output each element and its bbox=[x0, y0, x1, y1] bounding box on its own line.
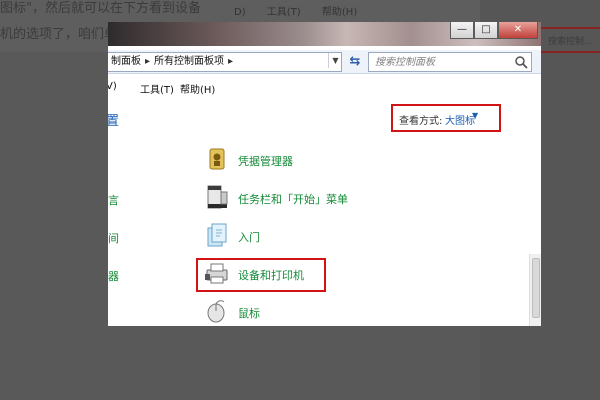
background-menu-help: 帮助(H) bbox=[321, 7, 358, 18]
menu-help[interactable]: 帮助(H) bbox=[180, 81, 215, 96]
item-label: 设备和打印机 bbox=[238, 269, 304, 282]
taskbar-icon bbox=[207, 185, 228, 209]
toolbar: 置 查看方式: 大图标 ▼ bbox=[108, 98, 541, 152]
menu-bar: V) 工具(T) 帮助(H) bbox=[108, 76, 541, 98]
refresh-icon[interactable]: ⇆ bbox=[344, 52, 366, 72]
devices-printers-icon bbox=[205, 263, 228, 284]
search-box[interactable] bbox=[368, 52, 532, 72]
search-icon[interactable] bbox=[514, 55, 528, 69]
background-menu-tools: 工具(T) bbox=[266, 7, 301, 18]
menu-tools[interactable]: 工具(T) bbox=[140, 81, 174, 96]
background-menubar: D) 工具(T) 帮助(H) bbox=[234, 3, 375, 18]
breadcrumb-item-all-items[interactable]: 所有控制面板项 bbox=[154, 56, 224, 67]
scrollbar-thumb[interactable] bbox=[532, 258, 540, 318]
item-label: 任务栏和「开始」菜单 bbox=[238, 193, 348, 206]
getting-started-icon bbox=[207, 223, 227, 247]
item-label: 入门 bbox=[238, 231, 260, 244]
search-input[interactable] bbox=[375, 55, 515, 69]
background-search-text: 搜索控制... bbox=[548, 37, 593, 47]
mouse-icon bbox=[207, 300, 225, 323]
background-text-line: 图标"，然后就可以在下方看到设备 bbox=[0, 1, 201, 16]
minimize-button[interactable]: — bbox=[450, 22, 474, 39]
breadcrumb[interactable]: 制面板 ▸ 所有控制面板项 ▸ bbox=[108, 52, 342, 72]
left-column-item[interactable]: 间 bbox=[108, 230, 119, 246]
view-by-label: 查看方式: bbox=[399, 116, 443, 127]
chevron-down-icon[interactable]: ▼ bbox=[472, 111, 478, 120]
left-column-item[interactable]: 器 bbox=[108, 268, 119, 284]
title-bar[interactable]: — □ ✕ bbox=[108, 22, 541, 46]
item-label: 凭据管理器 bbox=[238, 155, 293, 168]
breadcrumb-item-control-panel[interactable]: 制面板 bbox=[111, 56, 141, 67]
vertical-scrollbar[interactable] bbox=[529, 254, 541, 326]
control-panel-window: — □ ✕ 制面板 ▸ 所有控制面板项 ▸ ▼ ⇆ V) 工具(T) 帮助(H) 置 … bbox=[108, 22, 541, 326]
breadcrumb-separator-icon[interactable]: ▸ bbox=[145, 56, 150, 67]
credential-manager-icon bbox=[209, 148, 225, 170]
view-by-dropdown[interactable]: 大图标 bbox=[445, 112, 475, 127]
item-label: 鼠标 bbox=[238, 307, 260, 320]
window-controls: — □ ✕ bbox=[450, 22, 538, 39]
left-column-item[interactable]: 言 bbox=[108, 192, 119, 208]
address-bar: 制面板 ▸ 所有控制面板项 ▸ ▼ ⇆ bbox=[108, 50, 541, 74]
background-menu-view: D) bbox=[234, 7, 246, 18]
breadcrumb-separator-icon[interactable]: ▸ bbox=[228, 56, 233, 67]
menu-view[interactable]: V) bbox=[108, 81, 117, 92]
close-button[interactable]: ✕ bbox=[498, 22, 538, 39]
adjust-settings-link[interactable]: 置 bbox=[108, 110, 119, 129]
address-dropdown-icon[interactable]: ▼ bbox=[328, 53, 342, 68]
maximize-button[interactable]: □ bbox=[474, 22, 498, 39]
